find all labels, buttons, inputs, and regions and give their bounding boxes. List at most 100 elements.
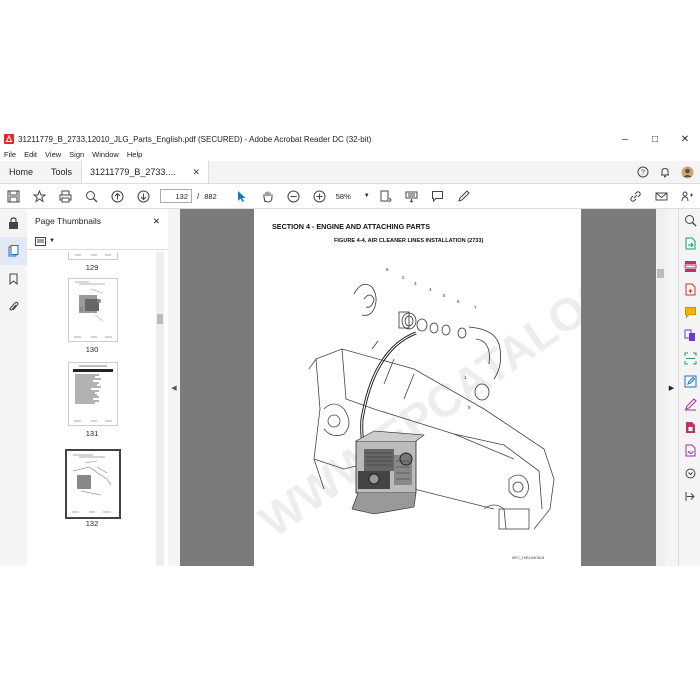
document-scrollbar[interactable] — [656, 209, 665, 566]
thumbnail-scrollbar[interactable] — [156, 252, 164, 566]
thumbnail-page-132-selected[interactable] — [65, 449, 121, 519]
comment-button[interactable] — [425, 185, 451, 207]
collapse-pane-icon — [685, 492, 695, 501]
tool-create-pdf[interactable] — [679, 278, 700, 301]
thumbnail-label: 132 — [85, 519, 99, 528]
zoom-out-button[interactable] — [281, 185, 307, 207]
page-number-input[interactable]: 132 — [160, 189, 192, 203]
minimize-button[interactable]: – — [610, 130, 640, 148]
page-fit-button[interactable] — [373, 185, 399, 207]
create-pdf-icon — [685, 283, 695, 296]
attachments-button[interactable] — [0, 293, 27, 321]
tab-close-icon[interactable]: ✕ — [192, 167, 200, 178]
menu-help[interactable]: Help — [123, 150, 146, 159]
tool-expand[interactable] — [679, 462, 700, 485]
tool-protect[interactable] — [679, 416, 700, 439]
save-button[interactable] — [0, 185, 26, 207]
tool-organize[interactable] — [679, 255, 700, 278]
previous-page-button[interactable] — [104, 185, 130, 207]
tool-fill-sign[interactable] — [679, 393, 700, 416]
edit-icon — [684, 375, 696, 388]
avatar-icon[interactable] — [681, 166, 694, 179]
comment-tool-icon — [684, 307, 696, 319]
page-figure: SECTION 4 - ENGINE AND ATTACHING PARTS F… — [250, 209, 665, 560]
next-page-button[interactable] — [130, 185, 156, 207]
select-tool-button[interactable] — [229, 185, 255, 207]
thumbnails-icon — [8, 245, 19, 257]
menu-file[interactable]: File — [0, 150, 20, 159]
menu-sign[interactable]: Sign — [65, 150, 88, 159]
callout-7: 7 — [474, 305, 477, 310]
request-signature-icon — [685, 444, 695, 457]
close-button[interactable]: ✕ — [670, 130, 700, 148]
thumbnail-page-129[interactable] — [68, 252, 118, 260]
link-icon — [629, 190, 641, 202]
panel-title: Page Thumbnails — [35, 216, 101, 226]
tab-tools[interactable]: Tools — [42, 161, 81, 183]
right-panel-collapse-handle[interactable]: ▶ — [665, 209, 678, 566]
hand-tool-button[interactable] — [255, 185, 281, 207]
lock-button[interactable] — [0, 209, 27, 237]
tool-comment[interactable] — [679, 301, 700, 324]
window-title: 31211779_B_2733,12010_JLG_Parts_English.… — [18, 134, 372, 144]
scrollbar-thumb[interactable] — [157, 314, 163, 324]
zoom-in-button[interactable] — [307, 185, 333, 207]
tool-combine[interactable] — [679, 324, 700, 347]
search-icon — [85, 190, 97, 202]
tool-export-pdf[interactable] — [679, 232, 700, 255]
print-icon — [59, 190, 71, 202]
tool-edit[interactable] — [679, 370, 700, 393]
menu-window[interactable]: Window — [88, 150, 123, 159]
thumbnail-page-131[interactable] — [68, 362, 118, 426]
scrollbar-thumb[interactable] — [657, 269, 664, 278]
maximize-button[interactable]: □ — [640, 130, 670, 148]
tool-search[interactable] — [679, 209, 700, 232]
bell-icon[interactable] — [659, 166, 671, 178]
chevron-down-icon — [685, 468, 695, 479]
zoom-in-icon — [313, 190, 326, 202]
chevron-down-icon: ▼ — [49, 238, 55, 244]
drawing-code: MFC_1SB11MD8LB — [512, 556, 545, 560]
help-icon[interactable]: ? — [637, 166, 649, 178]
tool-scan[interactable] — [679, 347, 700, 370]
zoom-search-icon — [684, 215, 696, 227]
thumbnail-label: 129 — [85, 263, 99, 272]
collapse-tools-pane[interactable] — [679, 485, 700, 508]
tab-home[interactable]: Home — [0, 161, 42, 183]
menu-view[interactable]: View — [41, 150, 65, 159]
bookmark-star-button[interactable] — [26, 185, 52, 207]
export-pdf-icon — [685, 237, 695, 250]
callout-2: 2 — [402, 275, 405, 280]
find-button[interactable] — [78, 185, 104, 207]
left-panel-collapse-handle[interactable]: ◀ — [168, 209, 180, 566]
pdf-page: SECTION 4 - ENGINE AND ATTACHING PARTS F… — [250, 209, 665, 566]
sign-button[interactable] — [451, 185, 477, 207]
chevron-right-icon: ▶ — [668, 384, 675, 392]
print-button[interactable] — [52, 185, 78, 207]
watermark: WWW.EPCATALOGS.COM — [254, 209, 581, 547]
figure-title: FIGURE 4-4. AIR CLEANER LINES INSTALLATI… — [334, 238, 484, 244]
bookmarks-button[interactable] — [0, 265, 27, 293]
organize-icon — [684, 261, 696, 272]
tab-document[interactable]: 31211779_B_2733.... ✕ — [81, 161, 210, 183]
thumbnail-page-130[interactable] — [68, 278, 118, 342]
keyboard-button[interactable] — [399, 185, 425, 207]
options-icon — [35, 236, 46, 246]
cursor-icon — [238, 190, 246, 202]
callout-5: 5 — [443, 293, 446, 298]
lock-icon — [9, 217, 18, 229]
tool-request-signature[interactable] — [679, 439, 700, 462]
menu-edit[interactable]: Edit — [20, 150, 41, 159]
thumbnail-options-menu[interactable]: ▼ — [27, 233, 168, 250]
email-button[interactable] — [648, 185, 674, 207]
fit-icon — [380, 190, 392, 202]
share-button[interactable] — [674, 185, 700, 207]
keyboard-icon — [405, 191, 418, 203]
page-thumbnails-button[interactable] — [0, 237, 27, 265]
callout-8: 8 — [386, 267, 389, 272]
share-link-button[interactable] — [622, 185, 648, 207]
panel-close-icon[interactable]: ✕ — [153, 216, 160, 227]
tab-bar: Home Tools 31211779_B_2733.... ✕ ? — [0, 161, 700, 184]
zoom-select[interactable]: 58% ▼ — [333, 189, 373, 203]
engine-illustration — [351, 430, 425, 515]
